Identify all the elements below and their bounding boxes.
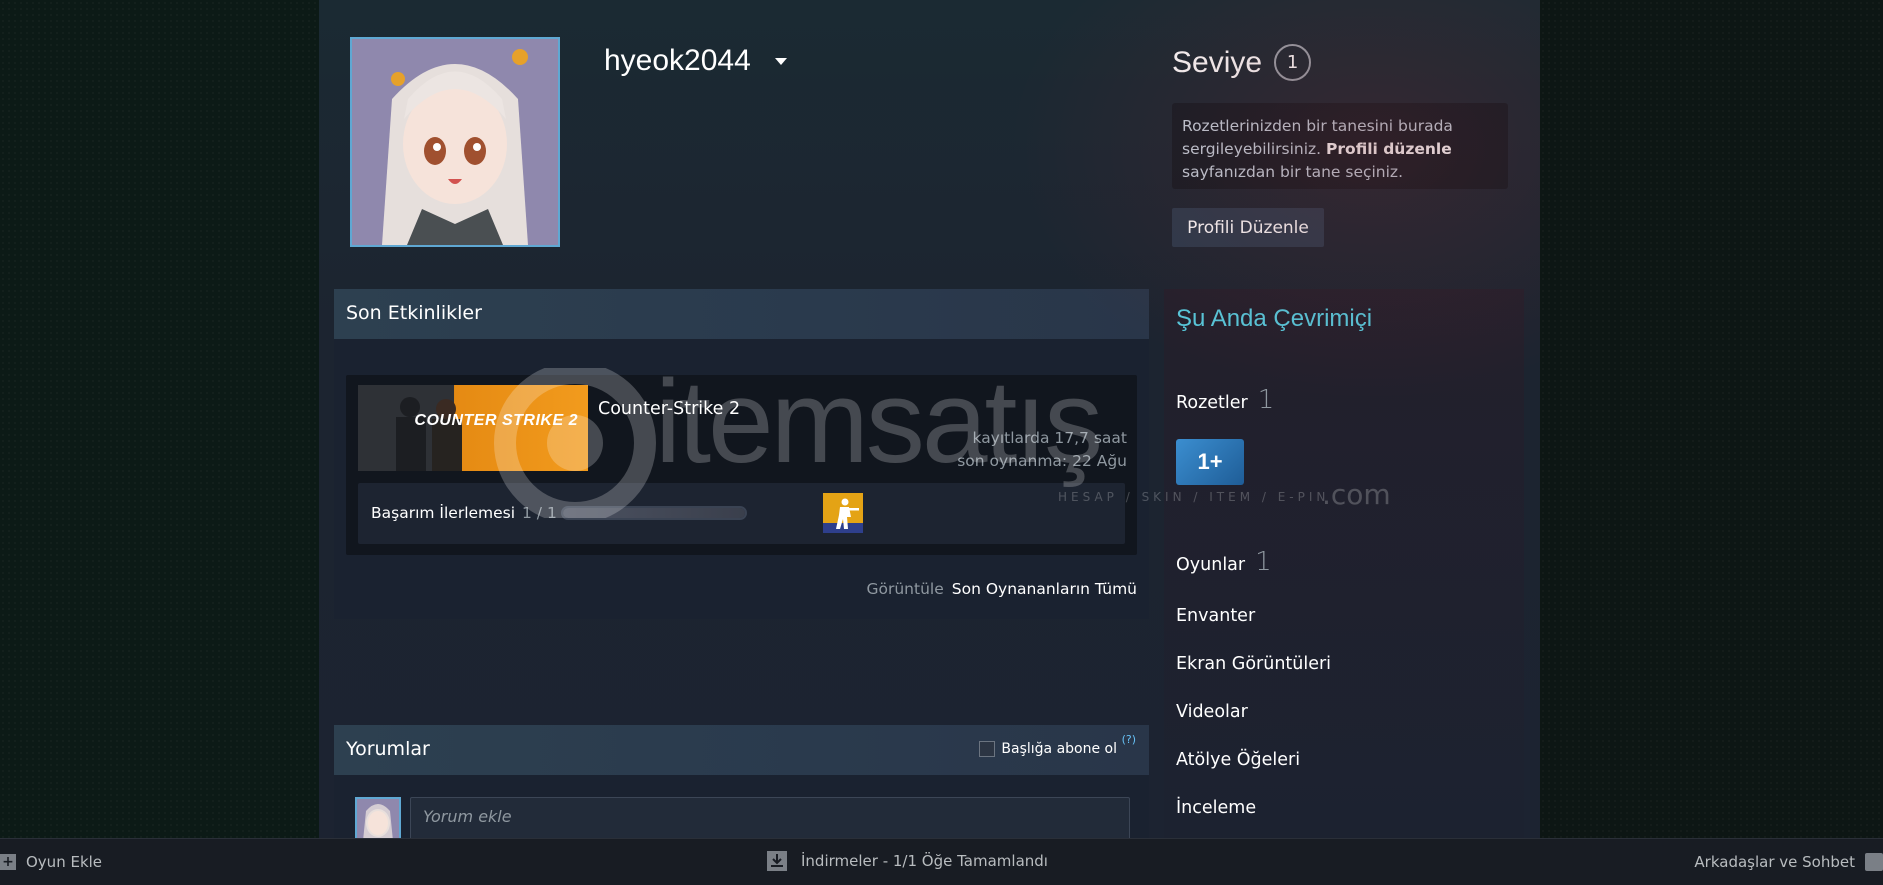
friends-chat-button[interactable]: Arkadaşlar ve Sohbet bbox=[1694, 853, 1883, 871]
achievement-count: 1 / 1 bbox=[522, 504, 557, 522]
subscribe-label: Başlığa abone ol bbox=[1001, 741, 1117, 757]
soldier-icon bbox=[823, 493, 863, 533]
profile-page: hyeok2044 Seviye 1 Rozetlerinizden bir t… bbox=[319, 0, 1540, 838]
view-all-recent-link[interactable]: Son Oynananların Tümü bbox=[952, 580, 1137, 598]
achievement-progress-label[interactable]: Başarım İlerlemesi bbox=[371, 504, 515, 522]
recent-activity-header: Son Etkinlikler bbox=[334, 289, 1149, 339]
game-capsule-logo: COUNTER STRIKE 2 bbox=[414, 412, 578, 429]
profile-avatar[interactable] bbox=[350, 37, 560, 247]
badges-count: 1 bbox=[1257, 385, 1275, 415]
sidebar-item-reviews[interactable]: İnceleme bbox=[1176, 798, 1256, 818]
badges-label: Rozetler bbox=[1176, 393, 1248, 413]
badge-info-text-end: sayfanızdan bir tane seçiniz. bbox=[1182, 163, 1403, 181]
level-badge[interactable]: 1 bbox=[1274, 44, 1312, 81]
checkbox-icon[interactable] bbox=[979, 741, 996, 757]
sidebar-item-games[interactable]: Oyunlar 1 bbox=[1176, 547, 1272, 577]
avatar-image bbox=[352, 39, 558, 245]
comment-avatar bbox=[355, 797, 401, 838]
game-hours-on-record: kayıtlarda 17,7 saat bbox=[972, 429, 1127, 447]
sidebar-item-badges[interactable]: Rozetler 1 bbox=[1176, 385, 1274, 415]
username-dropdown-icon[interactable] bbox=[775, 58, 787, 65]
avatar-small-image bbox=[357, 799, 399, 838]
game-stats: kayıtlarda 17,7 saat son oynanma: 22 Ağu bbox=[957, 427, 1127, 473]
comments-panel: Yorum ekle bbox=[334, 775, 1149, 838]
recent-activity-title: Son Etkinlikler bbox=[346, 302, 482, 324]
download-icon bbox=[767, 851, 787, 871]
steam-bottom-bar: + Oyun Ekle İndirmeler - 1/1 Öğe Tamamla… bbox=[0, 838, 1883, 885]
comments-header: Yorumlar Başlığa abone ol (?) bbox=[334, 725, 1149, 775]
achievement-progress-bar bbox=[561, 506, 747, 520]
badge-info-edit-link[interactable]: Profili düzenle bbox=[1326, 140, 1452, 158]
view-label: Görüntüle bbox=[866, 580, 944, 598]
profile-level: Seviye 1 bbox=[1172, 44, 1312, 81]
profile-sidebar: Şu Anda Çevrimiçi Rozetler 1 1+ Oyunlar … bbox=[1164, 289, 1524, 838]
view-all-recent: Görüntüle Son Oynananların Tümü bbox=[866, 580, 1137, 598]
badge-thumbnail[interactable]: 1+ bbox=[1176, 439, 1244, 485]
games-count: 1 bbox=[1255, 547, 1272, 577]
sidebar-item-inventory[interactable]: Envanter bbox=[1176, 606, 1255, 626]
game-last-played: son oynanma: 22 Ağu bbox=[957, 452, 1127, 470]
friends-icon bbox=[1865, 853, 1883, 871]
profile-username: hyeok2044 bbox=[604, 44, 751, 77]
sidebar-item-screenshots[interactable]: Ekran Görüntüleri bbox=[1176, 654, 1331, 674]
background-left bbox=[0, 0, 320, 838]
downloads-label: İndirmeler - 1/1 Öğe Tamamlandı bbox=[801, 852, 1048, 870]
games-label: Oyunlar bbox=[1176, 555, 1246, 575]
help-icon[interactable]: (?) bbox=[1122, 733, 1136, 746]
sidebar-item-videos[interactable]: Videolar bbox=[1176, 702, 1248, 722]
badge-showcase-info: Rozetlerinizden bir tanesini burada serg… bbox=[1172, 103, 1508, 189]
game-card: COUNTER STRIKE 2 Counter-Strike 2 kayıtl… bbox=[346, 375, 1137, 555]
comments-title: Yorumlar bbox=[346, 738, 430, 760]
friends-label: Arkadaşlar ve Sohbet bbox=[1694, 853, 1855, 871]
downloads-button[interactable]: İndirmeler - 1/1 Öğe Tamamlandı bbox=[767, 851, 1048, 871]
plus-icon: + bbox=[0, 854, 16, 870]
add-game-button[interactable]: + Oyun Ekle bbox=[0, 853, 102, 871]
online-status: Şu Anda Çevrimiçi bbox=[1176, 305, 1373, 332]
level-label: Seviye bbox=[1172, 45, 1263, 79]
comment-input[interactable]: Yorum ekle bbox=[410, 797, 1130, 838]
edit-profile-button[interactable]: Profili Düzenle bbox=[1172, 208, 1324, 247]
game-capsule-image[interactable]: COUNTER STRIKE 2 bbox=[358, 385, 588, 471]
achievement-progress-row: Başarım İlerlemesi 1 / 1 bbox=[358, 483, 1125, 544]
add-game-label: Oyun Ekle bbox=[26, 853, 103, 871]
download-glyph bbox=[767, 851, 787, 871]
achievement-progress-fill bbox=[563, 508, 745, 518]
game-name[interactable]: Counter-Strike 2 bbox=[598, 399, 740, 419]
subscribe-thread-checkbox[interactable]: Başlığa abone ol bbox=[979, 741, 1117, 757]
achievement-icon[interactable] bbox=[823, 493, 863, 533]
background-right bbox=[1540, 0, 1883, 838]
sidebar-item-workshop[interactable]: Atölye Öğeleri bbox=[1176, 750, 1300, 770]
recent-activity-panel: COUNTER STRIKE 2 Counter-Strike 2 kayıtl… bbox=[334, 339, 1149, 619]
